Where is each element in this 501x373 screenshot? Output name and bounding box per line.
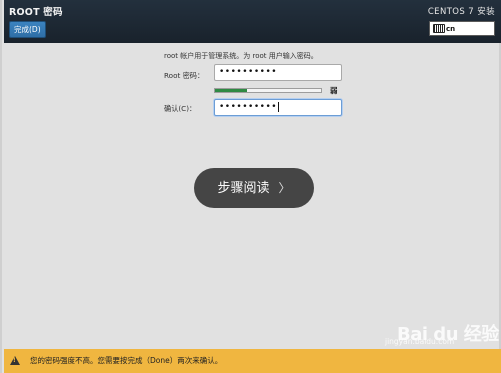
chevron-right-icon: 〉: [278, 181, 291, 195]
keyboard-layout-button[interactable]: cn: [429, 21, 495, 36]
root-password-label: Root 密码：: [164, 71, 205, 80]
page-title: ROOT 密码: [9, 7, 63, 18]
text-caret: [278, 101, 280, 112]
warning-message: 您的密码强度不高。您需要按完成（Done）两次来确认。: [30, 356, 223, 365]
installer-window: ROOT 密码 完成(D) CENTOS 7 安装 cn root 帐户用于管理…: [0, 0, 501, 373]
warning-icon: [10, 356, 20, 365]
keyboard-layout-label: cn: [446, 25, 456, 33]
step-reading-button[interactable]: 步骤阅读〉: [194, 168, 314, 208]
os-title: CENTOS 7 安装: [427, 7, 495, 17]
root-description: root 帐户用于管理系统。为 root 用户输入密码。: [164, 52, 318, 60]
confirm-password-input[interactable]: ••••••••••: [214, 99, 342, 116]
password-strength-fill: [215, 89, 247, 92]
warning-bar: 您的密码强度不高。您需要按完成（Done）两次来确认。: [4, 349, 501, 373]
watermark-url: jingyan.baidu.com: [385, 337, 455, 346]
step-reading-label: 步骤阅读: [217, 181, 270, 196]
password-strength-label: 弱: [330, 86, 338, 95]
root-password-value: ••••••••••: [219, 67, 278, 77]
password-strength-bar: [214, 88, 322, 93]
keyboard-icon: [433, 24, 445, 33]
root-password-input[interactable]: ••••••••••: [214, 64, 342, 81]
confirm-password-label: 确认(C)：: [164, 104, 197, 113]
confirm-password-value: ••••••••••: [219, 102, 278, 112]
done-button[interactable]: 完成(D): [9, 21, 46, 38]
header-bar: ROOT 密码 完成(D) CENTOS 7 安装 cn: [4, 0, 501, 43]
